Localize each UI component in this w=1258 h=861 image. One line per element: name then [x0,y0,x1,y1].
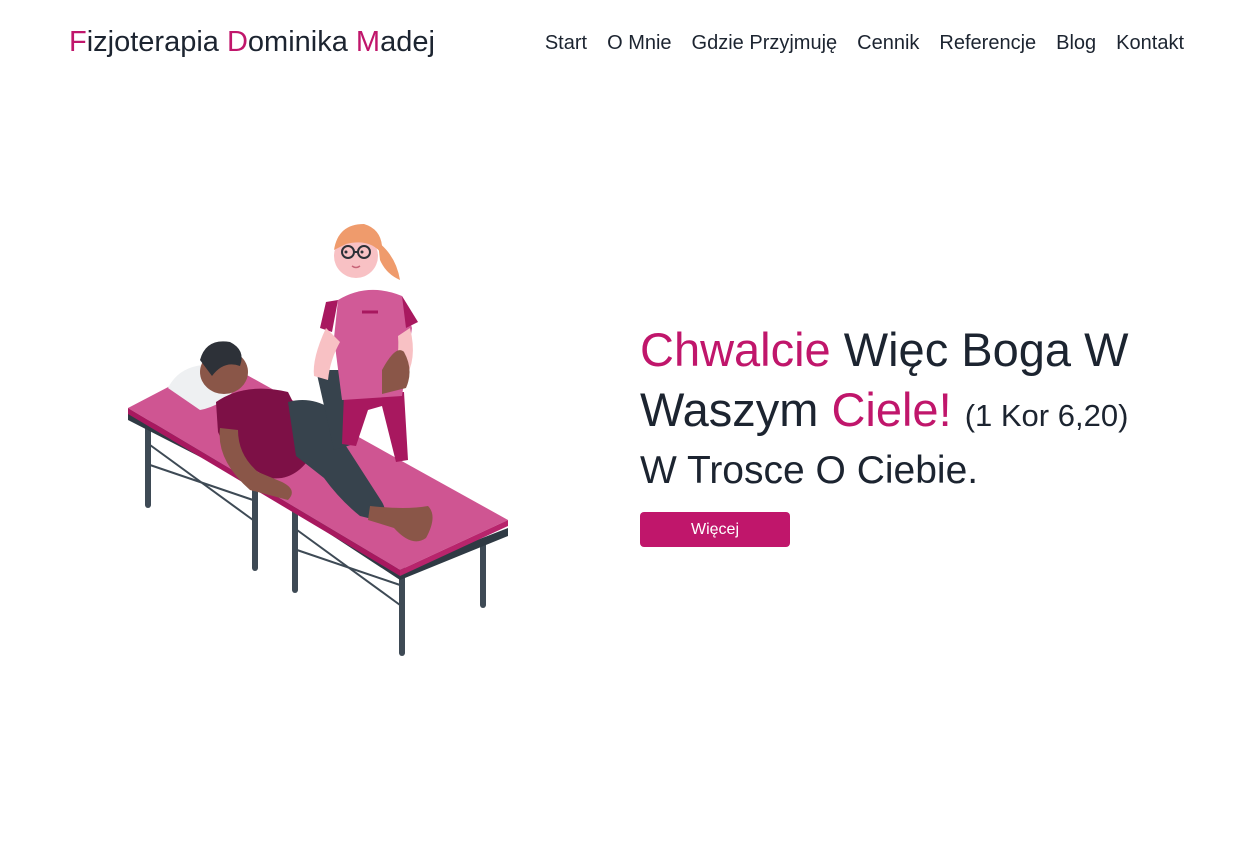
nav-gdzie-przyjmuje[interactable]: Gdzie Przyjmuję [692,32,838,54]
brand-word-2: ominika [247,26,356,58]
hero-section: Chwalcie Więc Boga W Waszym Ciele! (1 Ko… [640,320,1200,547]
headline-accent-2: Ciele! [831,383,952,436]
brand-initial-m: M [355,26,381,58]
nav-blog[interactable]: Blog [1056,32,1096,54]
headline-accent-1: Chwalcie [640,323,831,376]
nav-o-mnie[interactable]: O Mnie [607,32,671,54]
verse-reference: (1 Kor 6,20) [964,398,1129,433]
nav-start[interactable]: Start [545,32,587,54]
hero-subheadline: W Trosce O Ciebie. [640,449,979,492]
physiotherapy-illustration [120,210,520,670]
more-button[interactable]: Więcej [640,512,790,547]
brand-word-3: adej [380,26,435,58]
hero-headline: Chwalcie Więc Boga W Waszym Ciele! (1 Ko… [640,320,1200,446]
brand-word-1: izjoterapia [86,26,227,58]
brand-initial-f: F [69,26,87,58]
nav-cennik[interactable]: Cennik [857,32,919,54]
brand-logo[interactable]: Fizjoterapia Dominika Madej [69,24,435,60]
nav-kontakt[interactable]: Kontakt [1116,32,1184,54]
nav-referencje[interactable]: Referencje [939,32,1036,54]
brand-initial-d: D [226,26,248,58]
main-nav: Start O Mnie Gdzie Przyjmuję Cennik Refe… [545,29,1184,57]
navbar: Fizjoterapia Dominika Madej Start O Mnie… [0,0,1258,86]
